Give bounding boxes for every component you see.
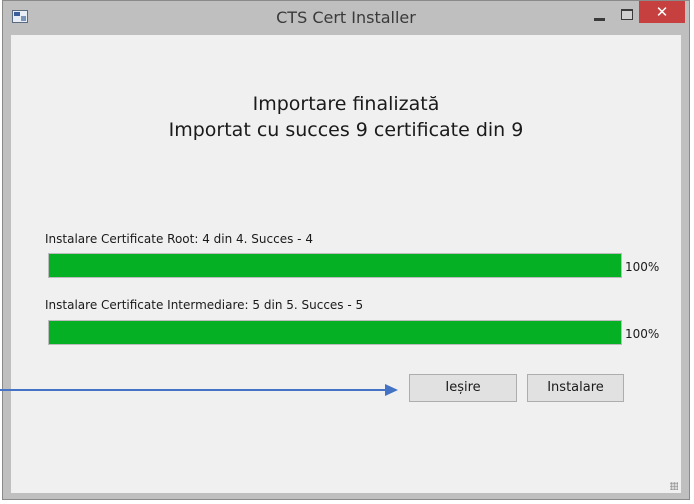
arrow-icon: [0, 384, 398, 396]
arrow-head: [385, 384, 398, 396]
